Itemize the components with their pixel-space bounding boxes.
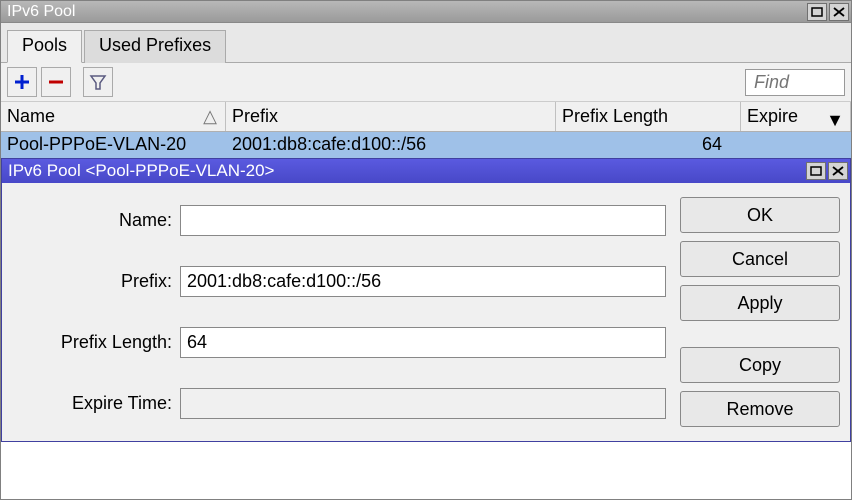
name-field[interactable] [180,205,666,236]
grid-header: Name△ Prefix Prefix Length Expire▼ [1,101,851,132]
dialog-maximize-button[interactable] [806,162,826,180]
toolbar [1,63,851,101]
cell-expire [741,132,851,157]
remove-dialog-button[interactable]: Remove [680,391,840,427]
main-window-titlebar: IPv6 Pool [1,1,851,23]
sort-desc-icon: ▼ [826,110,844,131]
col-prefix-length[interactable]: Prefix Length [556,102,741,131]
dialog-close-button[interactable] [828,162,848,180]
dialog-body: Name: Prefix: Prefix Length: Expire Time… [2,183,850,441]
label-expire-time: Expire Time: [12,393,172,414]
sort-indicator-icon: △ [203,106,217,127]
expire-time-field[interactable] [180,388,666,419]
col-name[interactable]: Name△ [1,102,226,131]
tab-pools[interactable]: Pools [7,30,82,63]
filter-button[interactable] [83,67,113,97]
tab-used-prefixes[interactable]: Used Prefixes [84,30,226,63]
col-prefix[interactable]: Prefix [226,102,556,131]
tab-body: Name△ Prefix Prefix Length Expire▼ Pool-… [1,62,851,442]
pool-edit-dialog: IPv6 Pool <Pool-PPPoE-VLAN-20> Name: Pre… [1,158,851,442]
label-prefix: Prefix: [12,271,172,292]
find-input[interactable] [745,69,845,96]
apply-button[interactable]: Apply [680,285,840,321]
cell-prefix-length: 64 [556,132,741,157]
table-row[interactable]: Pool-PPPoE-VLAN-20 2001:db8:cafe:d100::/… [1,132,851,158]
remove-button[interactable] [41,67,71,97]
main-window-title: IPv6 Pool [7,3,805,21]
label-name: Name: [12,210,172,231]
ok-button[interactable]: OK [680,197,840,233]
main-maximize-button[interactable] [807,3,827,21]
cell-name: Pool-PPPoE-VLAN-20 [1,132,226,157]
form: Name: Prefix: Prefix Length: Expire Time… [12,197,666,427]
main-close-button[interactable] [829,3,849,21]
dialog-titlebar: IPv6 Pool <Pool-PPPoE-VLAN-20> [2,159,850,183]
cancel-button[interactable]: Cancel [680,241,840,277]
copy-button[interactable]: Copy [680,347,840,383]
tab-strip: Pools Used Prefixes [1,23,851,62]
col-expire[interactable]: Expire▼ [741,102,851,131]
prefix-field[interactable] [180,266,666,297]
label-prefix-length: Prefix Length: [12,332,172,353]
add-button[interactable] [7,67,37,97]
cell-prefix: 2001:db8:cafe:d100::/56 [226,132,556,157]
dialog-title: IPv6 Pool <Pool-PPPoE-VLAN-20> [8,161,804,181]
prefix-length-field[interactable] [180,327,666,358]
dialog-actions: OK Cancel Apply Copy Remove [680,197,840,427]
